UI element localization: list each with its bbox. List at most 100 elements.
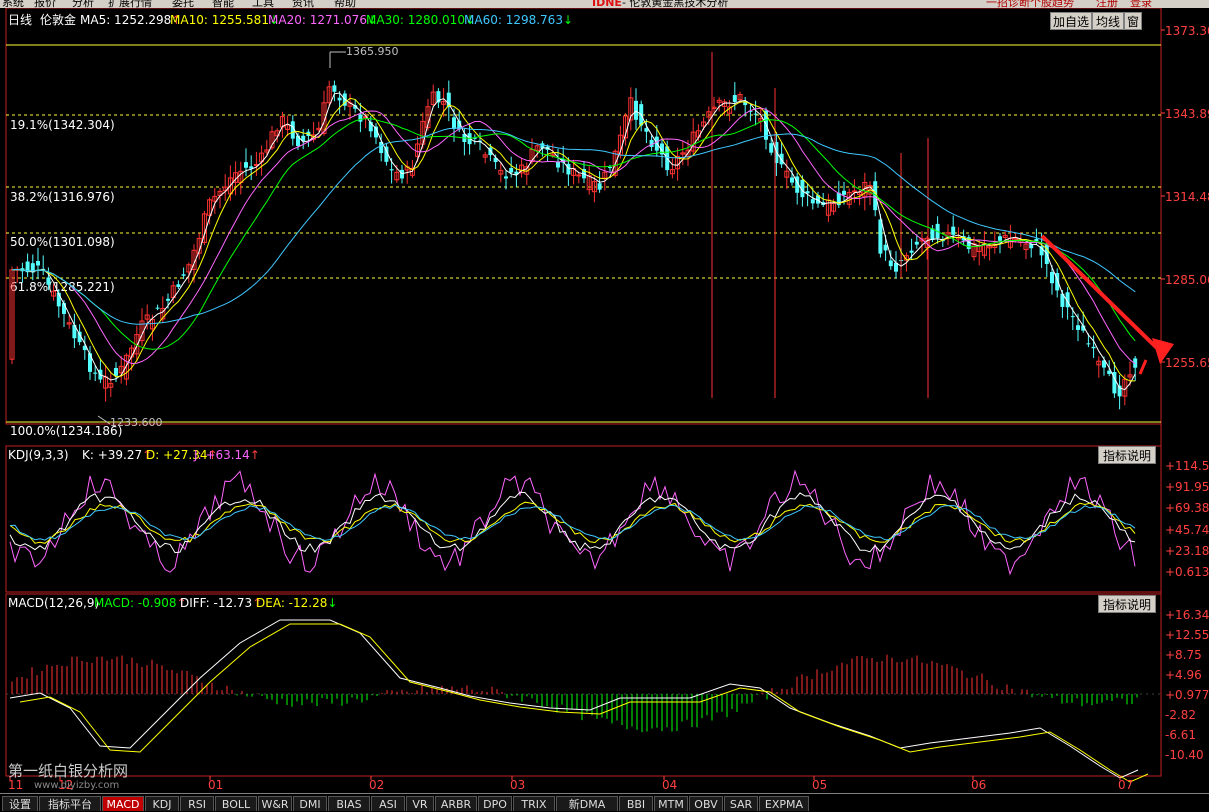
kdj-axis: +114.5 +91.95 +69.38 +45.74 +23.18 +0.61… — [1165, 459, 1209, 579]
fib-50: 50.0%(1301.098) — [10, 235, 115, 249]
time-axis: 11 12 01 02 03 04 05 06 07 — [8, 778, 1133, 792]
tab-vr[interactable]: VR — [406, 796, 434, 811]
menu-analysis[interactable]: 分析 — [72, 0, 94, 8]
tab-kdj[interactable]: KDJ — [145, 796, 179, 811]
ma20-label: MA20: 1271.076↓ — [268, 13, 377, 27]
svg-text:03: 03 — [510, 778, 525, 792]
tab-mtm[interactable]: MTM — [654, 796, 688, 811]
window-button[interactable]: 窗 — [1124, 12, 1142, 30]
svg-text:04: 04 — [662, 778, 677, 792]
svg-text:01: 01 — [208, 778, 223, 792]
ma10-label: MA10: 1255.581↓ — [170, 13, 279, 27]
tab-rsi[interactable]: RSI — [180, 796, 214, 811]
tab-设置[interactable]: 设置 — [2, 796, 38, 811]
tab-arbr[interactable]: ARBR — [435, 796, 477, 811]
price-axis: 1373.30 1343.89 1314.48 1285.06 1255.65 — [1165, 24, 1209, 370]
low-label: 1233.600 — [110, 416, 163, 429]
macd-panel-border — [5, 593, 1162, 777]
menu-smart[interactable]: 智能 — [212, 0, 234, 8]
period-label: 日线 — [8, 13, 32, 27]
tab-bbi[interactable]: BBI — [619, 796, 653, 811]
menu-system[interactable]: 系统 — [2, 0, 24, 8]
svg-text:-2.82: -2.82 — [1165, 708, 1196, 722]
symbol-label: 伦敦金 — [40, 12, 76, 27]
svg-text:+45.74: +45.74 — [1165, 523, 1209, 537]
kdj-j: J: +63.14↑ — [193, 448, 260, 462]
tab-新dma[interactable]: 新DMA — [556, 796, 618, 811]
tab-dpo[interactable]: DPO — [478, 796, 512, 811]
macd-lines — [9, 619, 1149, 783]
svg-text:06: 06 — [971, 778, 986, 792]
fib-100: 100.0%(1234.186) — [10, 424, 122, 438]
login-link[interactable]: 登录 — [1130, 0, 1152, 8]
svg-text:+4.96: +4.96 — [1165, 668, 1202, 682]
menu-quote[interactable]: 报价 — [34, 0, 56, 8]
tab-bias[interactable]: BIAS — [328, 796, 370, 811]
diagnose-link[interactable]: 一招诊断个股趋势 — [986, 0, 1074, 8]
kdj-k: K: +39.27↑ — [82, 448, 152, 462]
macd-value: MACD: -0.908↑ — [94, 596, 187, 610]
svg-text:+23.18: +23.18 — [1165, 544, 1209, 558]
tab-dmi[interactable]: DMI — [293, 796, 327, 811]
ma-lines — [11, 92, 1136, 391]
menu-tools[interactable]: 工具 — [252, 0, 274, 8]
svg-text:+12.55: +12.55 — [1165, 628, 1209, 642]
tab-指标平台[interactable]: 指标平台 — [39, 796, 101, 811]
macd-title: MACD(12,26,9) — [8, 596, 99, 610]
svg-text:1314.48: 1314.48 — [1165, 190, 1209, 204]
menu-bar: 系统 报价 分析 扩展行情 委托 智能 工具 资讯 帮助 IDNE- 伦敦黄金黑… — [0, 0, 1209, 8]
candles — [9, 52, 1138, 410]
svg-text:+69.38: +69.38 — [1165, 501, 1209, 515]
macd-histogram — [11, 654, 1138, 733]
tab-trix[interactable]: TRIX — [513, 796, 555, 811]
kdj-title: KDJ(9,3,3) — [8, 448, 69, 462]
tab-macd[interactable]: MACD — [102, 796, 144, 811]
indicator-tab-bar: 设置 指标平台 MACD KDJ RSI BOLL W&R DMI BIAS ASI VR ARBR D… — [0, 793, 1209, 812]
svg-text:+16.34: +16.34 — [1165, 608, 1209, 622]
price-panel-border — [5, 8, 1162, 425]
svg-text:+114.5: +114.5 — [1165, 459, 1209, 473]
tab-boll[interactable]: BOLL — [215, 796, 257, 811]
fib-lines — [6, 44, 1161, 423]
menu-ext[interactable]: 扩展行情 — [108, 0, 152, 8]
chart-canvas[interactable]: 19.1%(1342.304) 38.2%(1316.976) 50.0%(13… — [0, 8, 1209, 793]
register-link[interactable]: 注册 — [1096, 0, 1118, 8]
macd-help-button[interactable]: 指标说明 — [1098, 595, 1156, 613]
tab-w&r[interactable]: W&R — [258, 796, 292, 811]
svg-text:+8.75: +8.75 — [1165, 648, 1202, 662]
menu-news[interactable]: 资讯 — [292, 0, 314, 8]
fib-19: 19.1%(1342.304) — [10, 118, 115, 132]
svg-text:+0.613: +0.613 — [1165, 565, 1209, 579]
svg-text:1373.30: 1373.30 — [1165, 24, 1209, 38]
svg-text:07: 07 — [1118, 778, 1133, 792]
window-title: IDNE- 伦敦黄金黑技术分析 — [592, 0, 729, 8]
tab-expma[interactable]: EXPMA — [759, 796, 809, 811]
svg-text:+0.977: +0.977 — [1165, 688, 1209, 702]
svg-text:1285.06: 1285.06 — [1165, 273, 1209, 287]
menu-order[interactable]: 委托 — [172, 0, 194, 8]
tab-obv[interactable]: OBV — [689, 796, 723, 811]
svg-text:-6.61: -6.61 — [1165, 728, 1196, 742]
macd-diff: DIFF: -12.73↑ — [180, 596, 262, 610]
watermark-url: www.diyizby.com — [34, 780, 120, 791]
macd-axis: +16.34 +12.55 +8.75 +4.96 +0.977 -2.82 -… — [1165, 608, 1209, 762]
svg-text:+91.95: +91.95 — [1165, 480, 1209, 494]
tab-sar[interactable]: SAR — [724, 796, 758, 811]
svg-text:02: 02 — [369, 778, 384, 792]
ma-toggle-button[interactable]: 均线 — [1092, 12, 1124, 30]
macd-dea: DEA: -12.28↓ — [256, 596, 337, 610]
ma5-label: MA5: 1252.298↑ — [80, 13, 181, 27]
kdj-lines — [9, 469, 1136, 576]
watermark-title: 第一纸白银分析网 — [8, 762, 129, 780]
kdj-help-button[interactable]: 指标说明 — [1098, 446, 1156, 464]
high-label: 1365.950 — [346, 45, 399, 58]
svg-text:1255.65: 1255.65 — [1165, 356, 1209, 370]
add-favorite-button[interactable]: 加自选 — [1050, 12, 1092, 30]
tab-asi[interactable]: ASI — [371, 796, 405, 811]
ma60-label: MA60: 1298.763↓ — [464, 13, 573, 27]
fib-38: 38.2%(1316.976) — [10, 190, 115, 204]
svg-text:1343.89: 1343.89 — [1165, 107, 1209, 121]
menu-help[interactable]: 帮助 — [334, 0, 356, 8]
svg-text:-10.40: -10.40 — [1165, 748, 1204, 762]
svg-text:05: 05 — [812, 778, 827, 792]
